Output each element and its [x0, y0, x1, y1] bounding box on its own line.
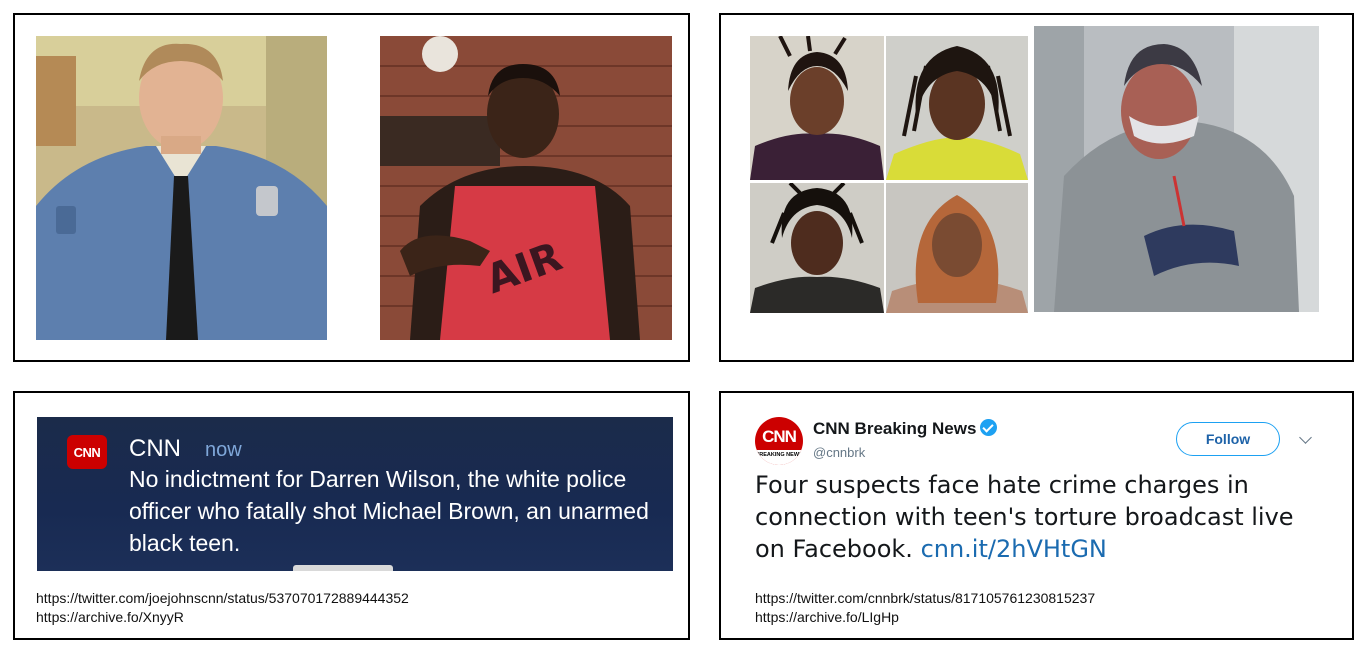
avatar-logo: CNN [762, 427, 797, 446]
panel-chicago-photos [719, 13, 1354, 362]
notification-time: now [205, 439, 242, 461]
avatar-caption: BREAKING NEWS [755, 450, 803, 465]
account-name[interactable]: CNN Breaking News [813, 419, 998, 439]
avatar[interactable]: CNN BREAKING NEWS [755, 417, 803, 465]
mugshot-4-photo [886, 183, 1028, 313]
follow-button[interactable]: Follow [1176, 422, 1280, 456]
verified-badge-icon [980, 419, 998, 436]
archive-url[interactable]: https://archive.fo/LIgHp [755, 608, 1095, 627]
cnn-notification: CNN CNN now No indictment for Darren Wil… [37, 417, 673, 571]
archive-url[interactable]: https://archive.fo/XnyyR [36, 608, 409, 627]
officer-portrait-photo [36, 36, 327, 340]
teen-portrait-photo: AIR [380, 36, 672, 340]
mugshot-2-photo [886, 36, 1028, 180]
account-handle[interactable]: @cnnbrk [813, 445, 865, 460]
mugshot-3-photo [750, 183, 884, 313]
source-links: https://twitter.com/joejohnscnn/status/5… [36, 589, 409, 627]
source-links: https://twitter.com/cnnbrk/status/817105… [755, 589, 1095, 627]
mugshot-1-photo [750, 36, 884, 180]
cnn-logo-icon: CNN [67, 435, 107, 469]
tweet-text: Four suspects face hate crime charges in… [755, 469, 1325, 565]
notification-message: No indictment for Darren Wilson, the whi… [129, 466, 649, 556]
account-name-text: CNN Breaking News [813, 419, 977, 438]
tweet-link[interactable]: cnn.it/2hVHtGN [921, 535, 1107, 563]
source-url[interactable]: https://twitter.com/cnnbrk/status/817105… [755, 589, 1095, 608]
source-url[interactable]: https://twitter.com/joejohnscnn/status/5… [36, 589, 409, 608]
chevron-down-icon[interactable] [1299, 431, 1312, 444]
home-indicator [293, 565, 393, 571]
panel-ferguson-photos: AIR [13, 13, 690, 362]
notification-app-name: CNN [129, 435, 181, 462]
video-still-photo [1034, 26, 1319, 312]
panel-cnnbrk-tweet: CNN BREAKING NEWS CNN Breaking News @cnn… [719, 391, 1354, 640]
panel-cnn-alert: CNN CNN now No indictment for Darren Wil… [13, 391, 690, 640]
